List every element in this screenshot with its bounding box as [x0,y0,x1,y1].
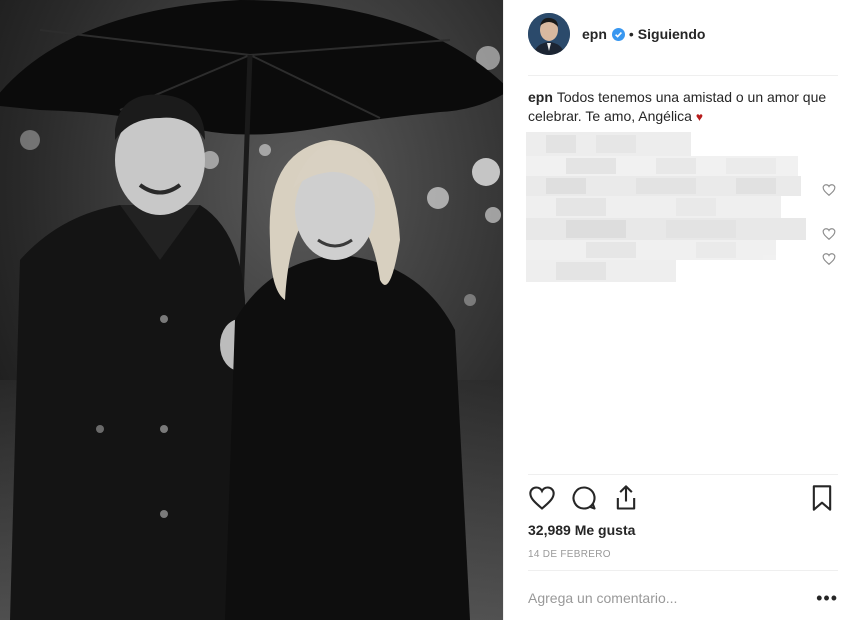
save-icon[interactable] [808,484,838,514]
comment-input[interactable]: Agrega un comentario... [528,590,677,606]
comment-like-icon[interactable] [822,252,836,266]
comment-like-icon[interactable] [822,227,836,241]
post-side-panel: epn • Siguiendo epn Todos tenemos una ami… [503,0,861,620]
following-button[interactable]: Siguiendo [638,26,706,42]
more-options-icon[interactable]: ••• [816,588,838,609]
post-caption: epn Todos tenemos una amistad o un amor q… [528,88,828,127]
comment-divider [528,570,838,571]
header-username[interactable]: epn [582,26,607,42]
action-bar [528,484,838,514]
likes-count[interactable]: 32,989 Me gusta [528,522,635,538]
post-header: epn • Siguiendo [528,12,838,56]
actions-divider [528,474,838,475]
caption-username[interactable]: epn [528,89,553,105]
photo-image [0,0,503,620]
heart-emoji: ♥ [695,110,703,124]
avatar[interactable] [528,13,570,55]
verified-badge-icon [611,27,625,41]
comment-icon[interactable] [570,484,600,514]
share-icon[interactable] [612,484,642,514]
blurred-comments [526,132,811,282]
comment-like-icon[interactable] [822,183,836,197]
header-separator: • [628,26,634,42]
like-icon[interactable] [528,484,558,514]
post-date: 14 DE FEBRERO [528,549,611,560]
caption-text: Todos tenemos una amistad o un amor que … [528,89,827,124]
post-photo[interactable] [0,0,503,620]
comment-box[interactable]: Agrega un comentario... ••• [528,588,838,610]
header-divider [528,75,838,76]
